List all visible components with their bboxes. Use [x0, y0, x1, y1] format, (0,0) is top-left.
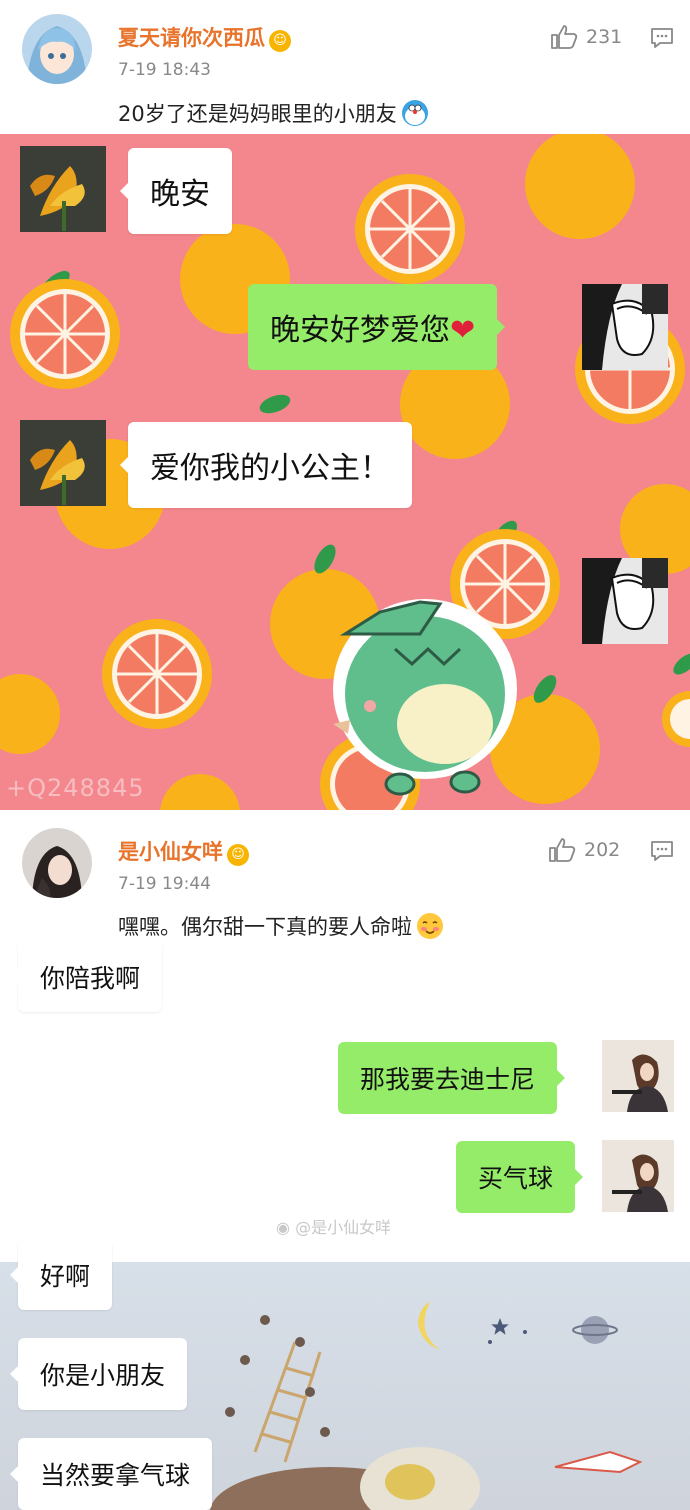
doraemon-emoji-icon — [401, 99, 429, 132]
user-avatar[interactable] — [22, 828, 92, 898]
sketch-avatar-icon — [582, 558, 668, 644]
comment-body: 嘿嘿。偶尔甜一下真的要人命啦 — [118, 915, 412, 939]
contact-avatar[interactable] — [20, 420, 106, 506]
received-message[interactable]: 你是小朋友 — [9, 1338, 188, 1410]
comment-icon — [651, 841, 673, 861]
chat-screenshot-2: 你陪我啊 那我要去迪士尼 买气球 ◉ @是小仙女咩 好啊 你是小朋友 当然要拿气… — [0, 940, 690, 1510]
message-text: 晚安好梦爱您❤ — [270, 313, 476, 348]
thumbs-up-icon — [551, 25, 578, 49]
vip-badge-icon: ☺ — [269, 29, 291, 52]
message-text: 爱你我的小公主！ — [150, 451, 390, 486]
vip-badge-icon: ☺ — [227, 843, 249, 866]
reply-button[interactable] — [650, 839, 674, 863]
like-count: 202 — [584, 839, 621, 861]
message-text: 当然要拿气球 — [40, 1461, 191, 1490]
comment-text: 20岁了还是妈妈眼里的小朋友 — [118, 98, 429, 132]
like-button[interactable] — [548, 837, 576, 863]
message-text: 好啊 — [40, 1262, 91, 1291]
comment-body: 20岁了还是妈妈眼里的小朋友 — [118, 102, 397, 126]
self-avatar[interactable] — [582, 558, 668, 644]
like-button[interactable] — [550, 24, 578, 50]
contact-avatar[interactable] — [20, 146, 106, 232]
watermark-text: @是小仙女咩 — [295, 1218, 392, 1237]
self-avatar[interactable] — [602, 1140, 674, 1212]
received-message[interactable]: 好啊 — [9, 1240, 113, 1310]
sent-message[interactable]: 买气球 — [456, 1141, 584, 1213]
message-text: 买气球 — [478, 1164, 554, 1193]
received-message[interactable]: 爱你我的小公主！ — [120, 422, 412, 508]
timestamp: 7-19 19:44 — [118, 874, 211, 894]
sent-message[interactable]: 那我要去迪士尼 — [338, 1042, 566, 1114]
message-text: 你是小朋友 — [40, 1361, 166, 1390]
sent-message[interactable]: 晚安好梦爱您❤ — [248, 284, 506, 370]
girl-avatar-icon — [602, 1040, 674, 1112]
like-count: 231 — [586, 26, 623, 48]
self-avatar[interactable] — [582, 284, 668, 370]
girl-avatar-icon — [602, 1140, 674, 1212]
message-text: 那我要去迪士尼 — [360, 1065, 536, 1094]
flower-avatar-icon — [20, 146, 106, 232]
weibo-watermark: ◉ @是小仙女咩 — [276, 1214, 391, 1238]
message-text: 晚安 — [150, 177, 210, 212]
sketch-avatar-icon — [582, 284, 668, 370]
username-row: 是小仙女咩 ☺ — [118, 836, 249, 866]
flower-avatar-icon — [20, 420, 106, 506]
username[interactable]: 夏天请你次西瓜 — [118, 26, 265, 50]
username-row: 夏天请你次西瓜 ☺ — [118, 22, 291, 52]
received-message[interactable]: 你陪我啊 — [9, 942, 163, 1012]
weibo-icon: ◉ — [276, 1218, 290, 1237]
self-avatar[interactable] — [602, 1040, 674, 1112]
reply-button[interactable] — [650, 26, 674, 50]
timestamp: 7-19 18:43 — [118, 60, 211, 80]
heart-icon: ❤ — [450, 313, 476, 348]
watermark: +Q248845 — [6, 774, 145, 802]
thumbs-up-icon — [549, 838, 576, 862]
user-avatar[interactable] — [22, 14, 92, 84]
comment-icon — [651, 28, 673, 48]
received-message[interactable]: 晚安 — [120, 148, 232, 234]
chat-screenshot-1: 晚安 晚安好梦爱您❤ 爱你我的小公主！ +Q248845 — [0, 134, 690, 810]
message-text: 你陪我啊 — [40, 964, 141, 993]
received-message[interactable]: 当然要拿气球 — [9, 1438, 213, 1510]
username[interactable]: 是小仙女咩 — [118, 840, 223, 864]
